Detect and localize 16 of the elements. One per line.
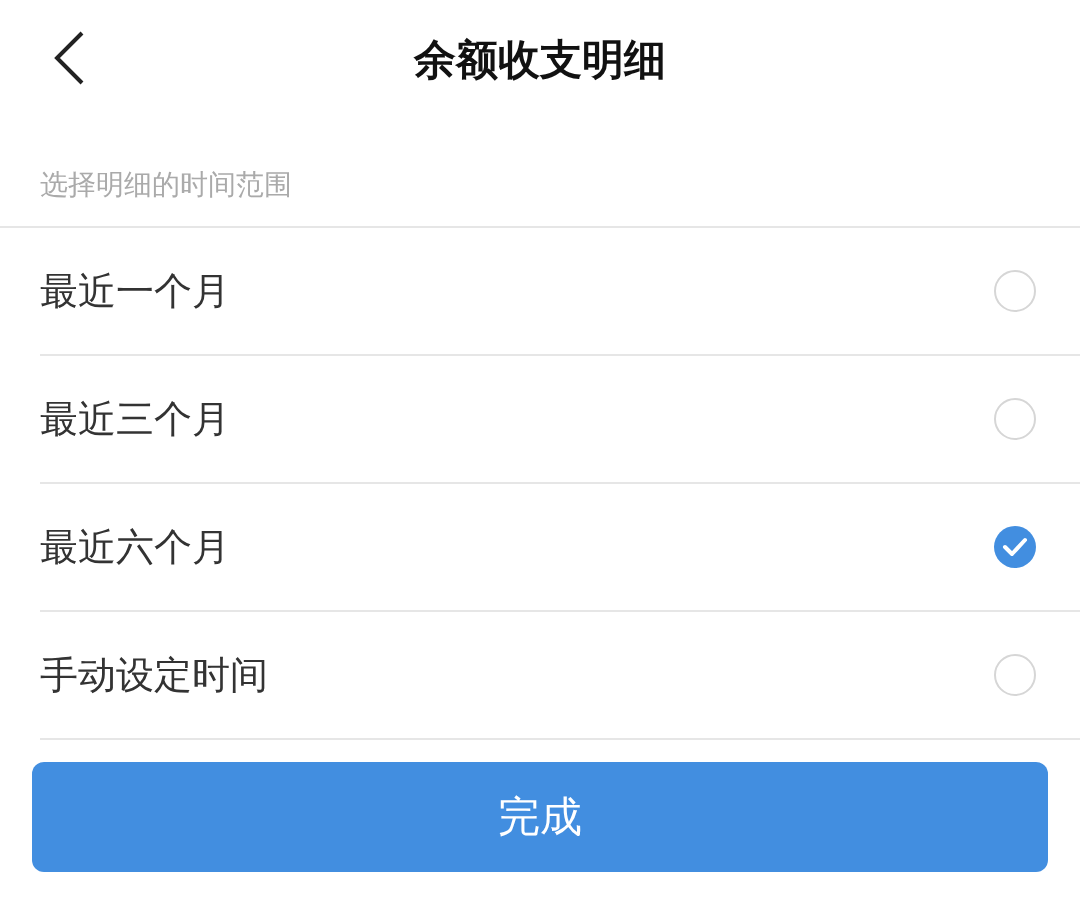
option-label: 最近三个月 [40,395,230,443]
option-label: 手动设定时间 [40,651,268,699]
radio-icon[interactable] [994,654,1036,696]
back-icon [52,30,86,86]
back-button[interactable] [52,30,86,86]
radio-icon[interactable] [994,398,1036,440]
option-row[interactable]: 最近六个月 [40,484,1080,612]
option-label: 最近六个月 [40,523,230,571]
option-row[interactable]: 最近三个月 [40,356,1080,484]
option-row[interactable]: 手动设定时间 [40,612,1080,740]
radio-icon[interactable] [994,270,1036,312]
option-row[interactable]: 最近一个月 [40,228,1080,356]
section-caption: 选择明细的时间范围 [0,120,1080,228]
page-title: 余额收支明细 [414,34,666,86]
option-label: 最近一个月 [40,267,230,315]
radio-checked-icon[interactable] [994,526,1036,568]
